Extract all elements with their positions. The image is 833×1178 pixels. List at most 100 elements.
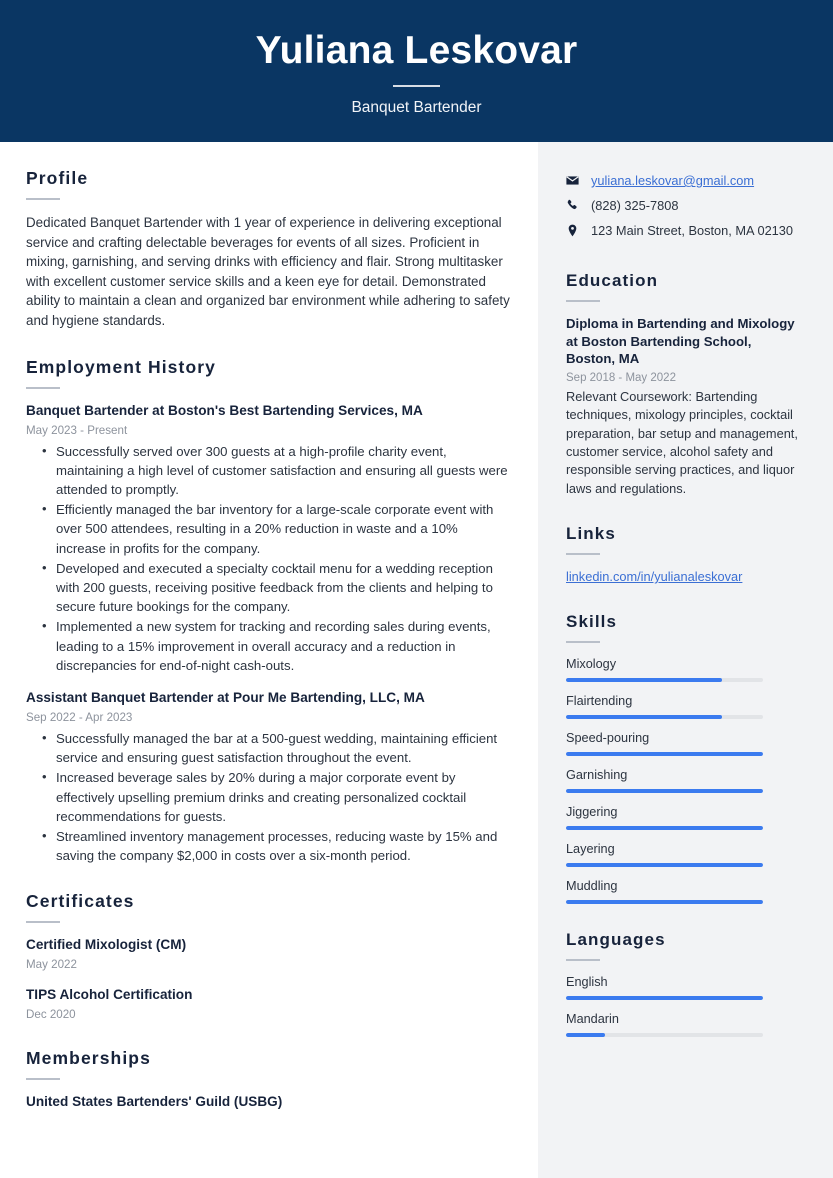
skill-item: Jiggering bbox=[566, 804, 803, 831]
languages-heading: Languages bbox=[566, 930, 666, 950]
language-bar-track bbox=[566, 1033, 763, 1038]
skill-bar-track bbox=[566, 900, 763, 905]
skill-item: Garnishing bbox=[566, 767, 803, 794]
skill-bar-fill bbox=[566, 826, 763, 831]
certificate-entry: TIPS Alcohol Certification Dec 2020 bbox=[26, 986, 510, 1022]
location-pin-icon bbox=[566, 222, 583, 237]
job-title: Banquet Bartender at Boston's Best Barte… bbox=[26, 402, 423, 418]
skill-bar-fill bbox=[566, 789, 763, 794]
candidate-job-title: Banquet Bartender bbox=[351, 99, 482, 117]
links-heading: Links bbox=[566, 524, 616, 544]
language-item: English bbox=[566, 974, 803, 1001]
section-certificates: Certificates Certified Mixologist (CM) M… bbox=[26, 891, 510, 1022]
memberships-heading: Memberships bbox=[26, 1048, 151, 1069]
skill-bar-track bbox=[566, 789, 763, 794]
language-item: Mandarin bbox=[566, 1011, 803, 1038]
contact-phone-value: (828) 325-7808 bbox=[591, 198, 679, 213]
contact-list: yuliana.leskovar@gmail.com (828) 325-780… bbox=[566, 172, 803, 239]
section-education: Education Diploma in Bartending and Mixo… bbox=[566, 271, 803, 498]
skill-label: Mixology bbox=[566, 657, 617, 672]
resume-page: Yuliana Leskovar Banquet Bartender Profi… bbox=[0, 0, 833, 1178]
job-bullet: Increased beverage sales by 20% during a… bbox=[42, 767, 510, 826]
skill-bar-fill bbox=[566, 752, 763, 757]
resume-body: Profile Dedicated Banquet Bartender with… bbox=[0, 142, 833, 1178]
skill-label: Layering bbox=[566, 842, 615, 857]
job-bullet: Successfully managed the bar at a 500-gu… bbox=[42, 728, 510, 767]
employment-entry: Assistant Banquet Bartender at Pour Me B… bbox=[26, 689, 510, 865]
employment-entry: Banquet Bartender at Boston's Best Barte… bbox=[26, 402, 510, 675]
skill-bar-track bbox=[566, 678, 763, 683]
phone-icon bbox=[566, 197, 583, 212]
section-languages: Languages English Mandarin bbox=[566, 930, 803, 1038]
profile-heading: Profile bbox=[26, 168, 89, 188]
skill-bar-fill bbox=[566, 863, 763, 868]
main-column: Profile Dedicated Banquet Bartender with… bbox=[0, 142, 538, 1178]
job-date: May 2023 - Present bbox=[26, 423, 128, 437]
heading-rule bbox=[566, 300, 600, 302]
job-bullet: Efficiently managed the bar inventory fo… bbox=[42, 499, 510, 558]
education-date: Sep 2018 - May 2022 bbox=[566, 371, 676, 384]
job-title: Assistant Banquet Bartender at Pour Me B… bbox=[26, 690, 425, 705]
skill-bar-fill bbox=[566, 715, 722, 720]
skills-heading: Skills bbox=[566, 612, 618, 632]
skill-label: Flairtending bbox=[566, 694, 633, 709]
contact-address: 123 Main Street, Boston, MA 02130 bbox=[566, 222, 803, 239]
skill-label: Garnishing bbox=[566, 768, 628, 783]
sidebar-column: yuliana.leskovar@gmail.com (828) 325-780… bbox=[538, 142, 833, 1178]
certificate-date: May 2022 bbox=[26, 958, 77, 972]
certificate-date: Dec 2020 bbox=[26, 1008, 76, 1022]
language-label: English bbox=[566, 975, 608, 990]
contact-email: yuliana.leskovar@gmail.com bbox=[566, 172, 803, 189]
language-bar-fill bbox=[566, 1033, 606, 1038]
heading-rule bbox=[26, 198, 60, 200]
candidate-name: Yuliana Leskovar bbox=[255, 28, 578, 72]
certificates-heading: Certificates bbox=[26, 891, 135, 912]
job-bullet: Developed and executed a specialty cockt… bbox=[42, 558, 510, 617]
education-title: Diploma in Bartending and Mixology at Bo… bbox=[566, 316, 795, 367]
heading-rule bbox=[566, 641, 600, 644]
contact-email-link[interactable]: yuliana.leskovar@gmail.com bbox=[591, 172, 754, 189]
section-memberships: Memberships United States Bartenders' Gu… bbox=[26, 1048, 510, 1111]
skill-bar-track bbox=[566, 863, 763, 868]
skill-label: Speed-pouring bbox=[566, 731, 650, 746]
contact-address-value: 123 Main Street, Boston, MA 02130 bbox=[591, 223, 794, 238]
skill-bar-track bbox=[566, 752, 763, 757]
heading-rule bbox=[26, 1078, 60, 1081]
section-links: Links linkedin.com/in/yulianaleskovar bbox=[566, 524, 803, 586]
heading-rule bbox=[26, 386, 60, 389]
skill-bar-track bbox=[566, 715, 763, 720]
contact-phone: (828) 325-7808 bbox=[566, 197, 803, 214]
skill-label: Muddling bbox=[566, 879, 618, 894]
education-heading: Education bbox=[566, 271, 659, 290]
job-bullets: Successfully served over 300 guests at a… bbox=[26, 441, 510, 675]
job-bullet: Streamlined inventory management process… bbox=[42, 826, 510, 865]
skill-item: Mixology bbox=[566, 656, 803, 683]
skill-bar-track bbox=[566, 826, 763, 831]
skill-bar-fill bbox=[566, 900, 763, 905]
job-bullet: Implemented a new system for tracking an… bbox=[42, 616, 510, 675]
skill-label: Jiggering bbox=[566, 805, 618, 820]
section-profile: Profile Dedicated Banquet Bartender with… bbox=[26, 168, 510, 331]
heading-rule bbox=[566, 553, 600, 556]
skill-bar-fill bbox=[566, 678, 722, 683]
linkedin-link[interactable]: linkedin.com/in/yulianaleskovar bbox=[566, 569, 742, 584]
heading-rule bbox=[26, 921, 60, 924]
certificate-title: Certified Mixologist (CM) bbox=[26, 937, 187, 953]
certificate-entry: Certified Mixologist (CM) May 2022 bbox=[26, 936, 510, 972]
job-bullets: Successfully managed the bar at a 500-gu… bbox=[26, 728, 510, 865]
envelope-icon bbox=[566, 172, 583, 187]
language-label: Mandarin bbox=[566, 1012, 619, 1027]
skill-item: Flairtending bbox=[566, 693, 803, 720]
education-description: Relevant Coursework: Bartending techniqu… bbox=[566, 388, 798, 496]
job-date: Sep 2022 - Apr 2023 bbox=[26, 711, 133, 724]
job-bullet: Successfully served over 300 guests at a… bbox=[42, 441, 510, 500]
resume-header: Yuliana Leskovar Banquet Bartender bbox=[0, 0, 833, 142]
section-skills: Skills Mixology Flairtending Speed-pouri… bbox=[566, 612, 803, 905]
section-employment-history: Employment History Banquet Bartender at … bbox=[26, 357, 510, 866]
employment-heading: Employment History bbox=[26, 356, 216, 377]
certificate-title: TIPS Alcohol Certification bbox=[26, 987, 193, 1003]
language-bar-track bbox=[566, 996, 763, 1001]
header-divider bbox=[393, 85, 440, 88]
profile-text: Dedicated Banquet Bartender with 1 year … bbox=[26, 215, 510, 328]
language-bar-fill bbox=[566, 996, 763, 1001]
